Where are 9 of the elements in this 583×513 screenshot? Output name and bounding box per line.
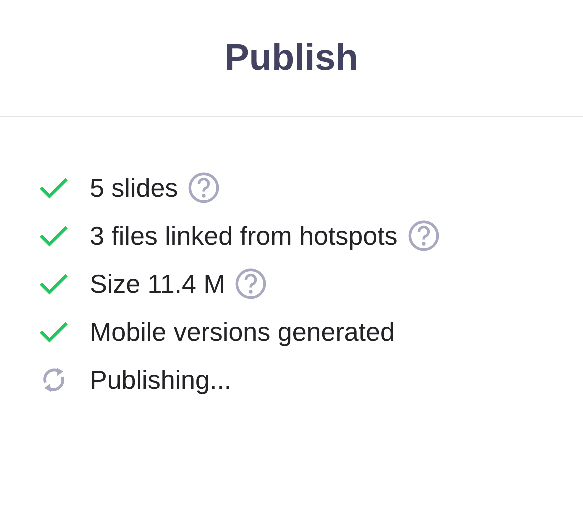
step-label: Size 11.4 M bbox=[90, 268, 226, 300]
step-label: 3 files linked from hotspots bbox=[90, 220, 398, 252]
step-label: Publishing... bbox=[90, 364, 232, 396]
step-label: Mobile versions generated bbox=[90, 316, 395, 348]
help-icon[interactable] bbox=[235, 268, 268, 300]
step-label: 5 slides bbox=[90, 172, 178, 204]
help-icon[interactable] bbox=[188, 172, 220, 204]
help-icon[interactable] bbox=[408, 220, 440, 252]
dialog-title: Publish bbox=[224, 37, 358, 79]
